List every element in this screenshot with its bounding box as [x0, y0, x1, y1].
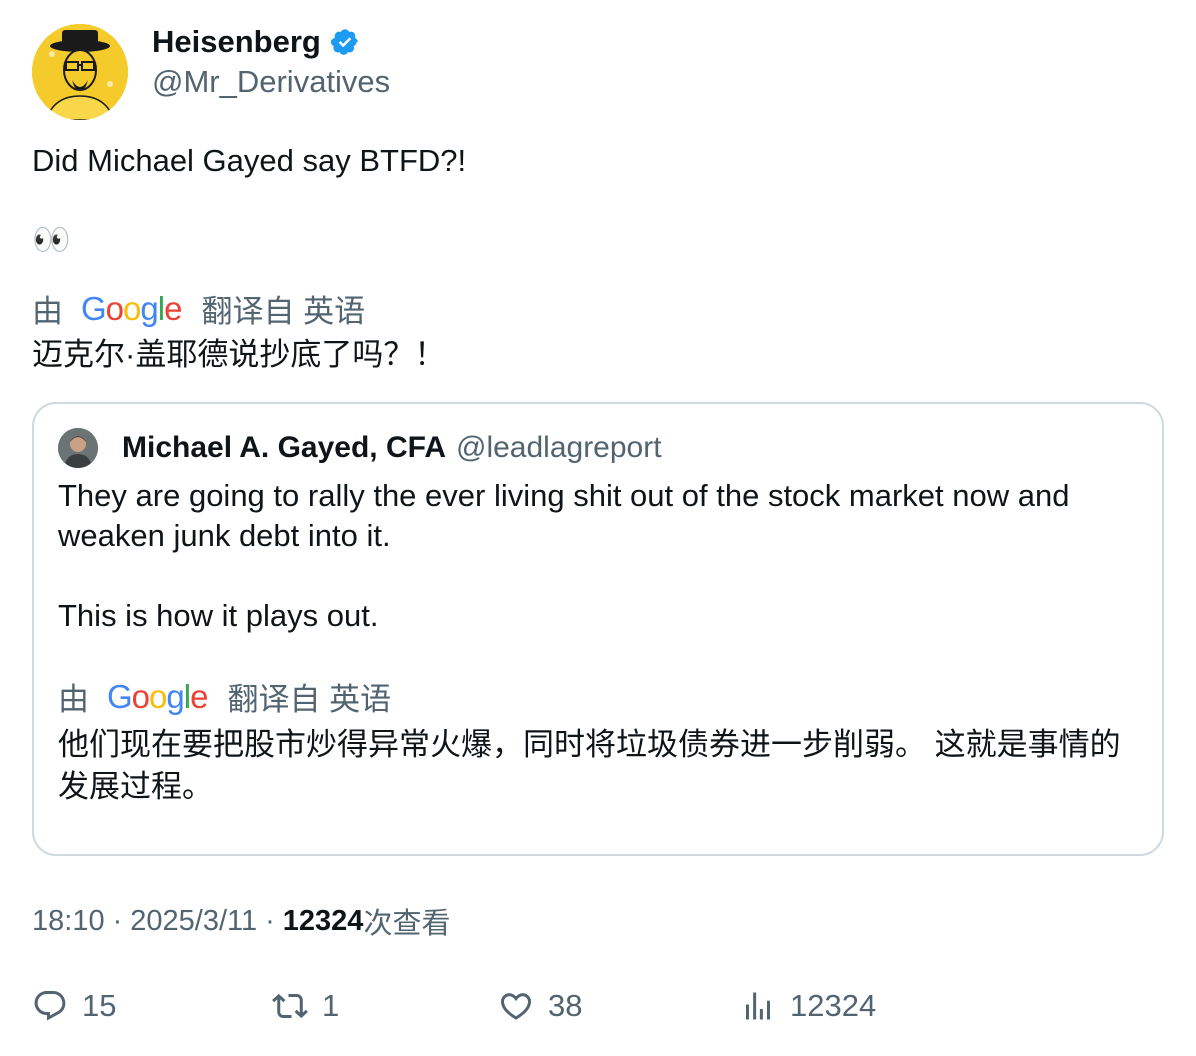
like-count: 38: [548, 988, 583, 1023]
quoted-author-avatar[interactable]: [58, 428, 98, 468]
translated-from-label: 翻译自 英语: [201, 294, 366, 329]
quoted-text-paragraph-2: This is how it plays out.: [58, 598, 379, 633]
tweet-meta: 18:10 · 2025/3/11 · 12324 次查看: [32, 900, 450, 942]
google-logo: Google: [81, 289, 182, 327]
reply-button[interactable]: 15: [32, 988, 116, 1024]
quoted-google-logo: Google: [107, 677, 208, 715]
author-handle[interactable]: @Mr_Derivatives: [152, 64, 390, 100]
heisenberg-avatar-icon: [32, 24, 128, 120]
quoted-author-handle: @leadlagreport: [455, 431, 662, 464]
tweet-time[interactable]: 18:10: [32, 905, 105, 938]
quoted-tweet-header: Michael A. Gayed, CFA @leadlagreport: [58, 428, 662, 468]
quoted-author-name: Michael A. Gayed, CFA: [122, 431, 446, 464]
retweet-count: 1: [322, 988, 340, 1023]
reply-count: 15: [82, 988, 117, 1023]
views-action-count: 12324: [790, 988, 877, 1023]
quoted-tweet[interactable]: Michael A. Gayed, CFA @leadlagreport The…: [32, 402, 1164, 856]
meta-separator: ·: [265, 904, 275, 937]
retweet-button[interactable]: 1: [272, 988, 339, 1024]
views-count: 12324: [282, 904, 364, 937]
author-name[interactable]: Heisenberg: [152, 24, 321, 60]
heart-icon: [500, 993, 532, 1020]
meta-separator: ·: [112, 904, 123, 937]
tweet-date[interactable]: 2025/3/11: [130, 905, 257, 938]
author-avatar[interactable]: [32, 24, 128, 120]
tweet-actions: 15 1 38 12324: [32, 988, 1164, 1032]
translation-by-label: 由: [32, 294, 63, 329]
author-info: Heisenberg @Mr_Derivatives: [152, 24, 390, 100]
reply-icon: [34, 991, 66, 1021]
tweet-emoji: 👀: [32, 222, 71, 257]
quoted-translated-from-label: 翻译自 英语: [227, 682, 392, 717]
person-avatar-icon: [58, 428, 98, 468]
views-chart-icon: [746, 992, 770, 1020]
views-button[interactable]: 12324: [740, 988, 876, 1024]
translated-text: 迈克尔·盖耶德说抄底了吗？！: [32, 337, 446, 372]
quoted-text-paragraph-1: They are going to rally the ever living …: [58, 478, 1070, 553]
quoted-translated-text: 他们现在要把股市炒得异常火爆，同时将垃圾债券进一步削弱。 这就是事情的发展过程。: [58, 727, 1121, 804]
verified-badge-icon[interactable]: [330, 27, 360, 57]
tweet-header: Heisenberg @Mr_Derivatives: [32, 24, 390, 120]
tweet-text: Did Michael Gayed say BTFD?!: [32, 143, 467, 178]
like-button[interactable]: 38: [498, 988, 582, 1024]
tweet-detail: Heisenberg @Mr_Derivatives Did Michael G…: [0, 0, 1196, 1056]
quoted-translation-attribution[interactable]: 由 Google 翻译自 英语: [58, 674, 391, 719]
translation-attribution[interactable]: 由 Google 翻译自 英语: [32, 286, 365, 331]
retweet-icon: [272, 993, 308, 1019]
views-label: 次查看: [363, 908, 451, 940]
quoted-translation-by-label: 由: [58, 682, 89, 717]
author-name-row: Heisenberg: [152, 24, 390, 60]
